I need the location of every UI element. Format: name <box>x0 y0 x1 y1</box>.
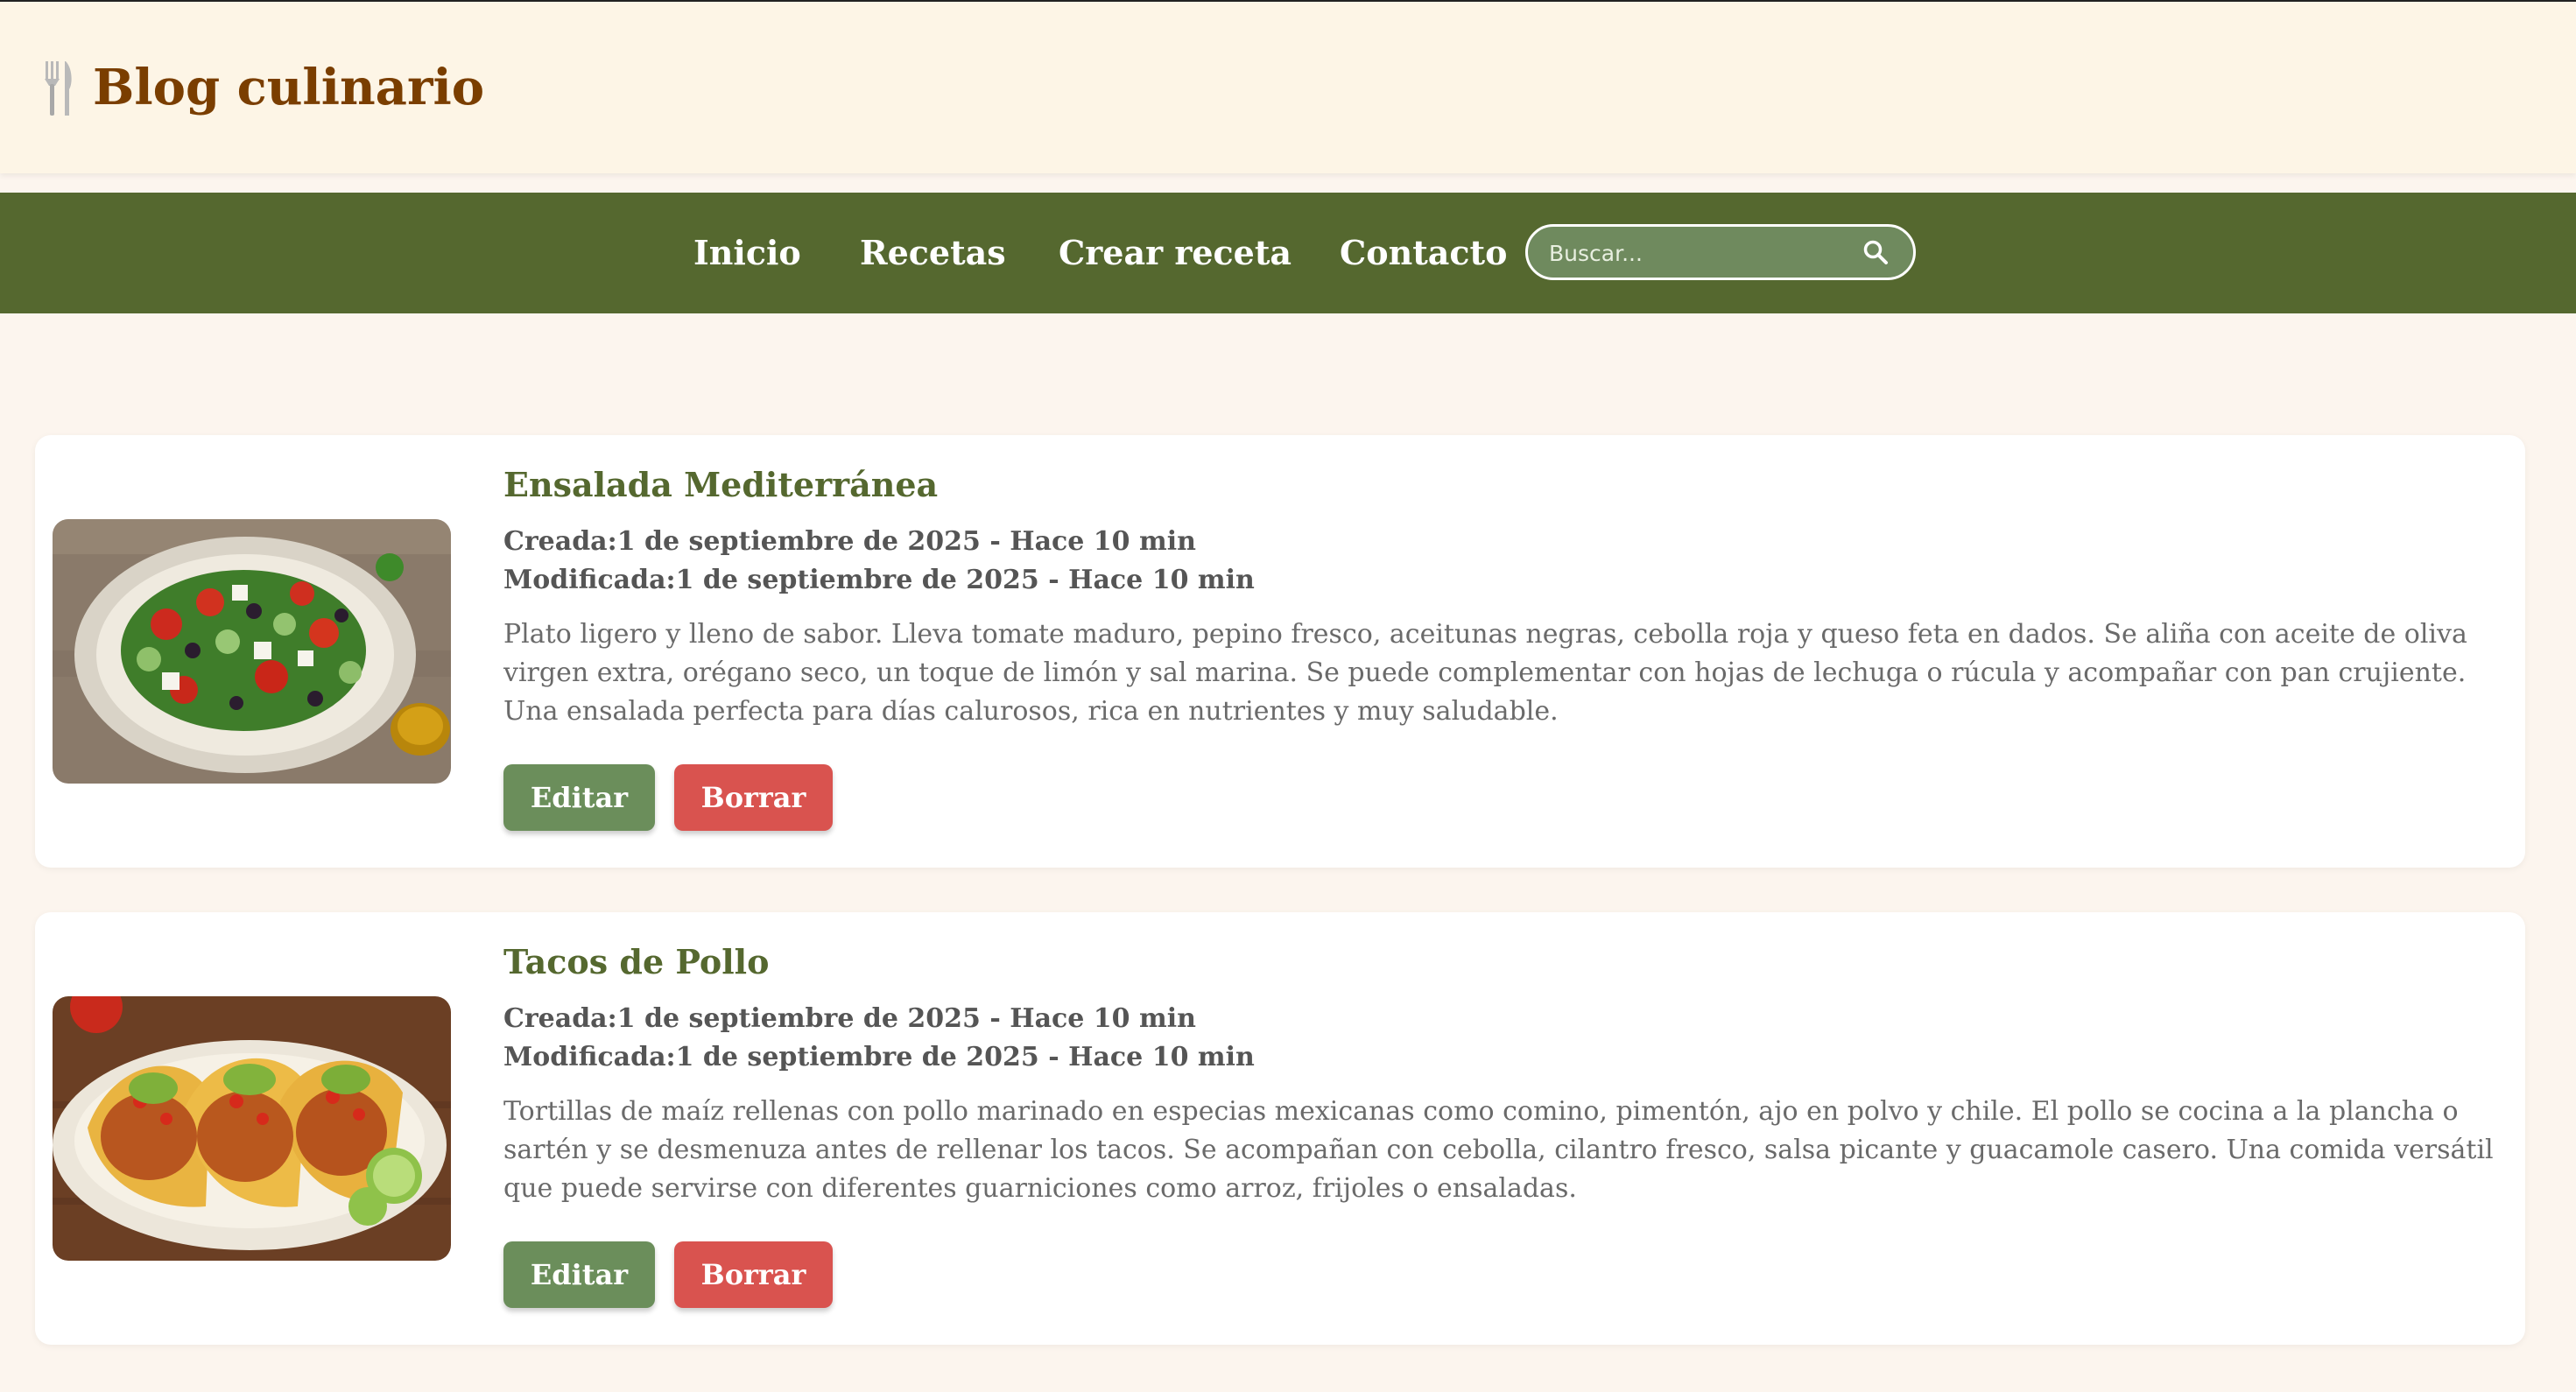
search-box <box>1525 224 1916 280</box>
recipe-modified: Modificada:1 de septiembre de 2025 - Hac… <box>503 565 1255 595</box>
nav-link-contacto[interactable]: Contacto <box>1340 193 1507 313</box>
recipe-description: Plato ligero y lleno de sabor. Lleva tom… <box>503 619 2467 727</box>
site-title[interactable]: Blog culinario <box>93 59 484 116</box>
recipe-card: Tacos de Pollo Creada:1 de septiembre de… <box>35 912 2525 1345</box>
recipe-image-ensalada <box>53 519 451 784</box>
nav-link-inicio[interactable]: Inicio <box>693 193 801 313</box>
main-nav: Inicio Recetas Crear receta Contacto <box>0 193 2576 313</box>
edit-button[interactable]: Editar <box>503 1241 655 1308</box>
recipe-card: Ensalada Mediterránea Creada:1 de septie… <box>35 435 2525 868</box>
recipe-created: Creada:1 de septiembre de 2025 - Hace 10… <box>503 526 1196 557</box>
delete-button[interactable]: Borrar <box>674 764 833 831</box>
recipe-description: Tortillas de maíz rellenas con pollo mar… <box>503 1096 2494 1204</box>
site-header: Blog culinario <box>0 2 2576 173</box>
search-icon[interactable] <box>1862 239 1889 265</box>
fork-knife-icon <box>45 61 72 116</box>
search-input[interactable] <box>1547 227 1866 279</box>
recipe-title[interactable]: Ensalada Mediterránea <box>503 465 938 504</box>
nav-link-crear-receta[interactable]: Crear receta <box>1059 193 1292 313</box>
recipe-created: Creada:1 de septiembre de 2025 - Hace 10… <box>503 1003 1196 1034</box>
recipe-title[interactable]: Tacos de Pollo <box>503 942 769 981</box>
delete-button[interactable]: Borrar <box>674 1241 833 1308</box>
recipe-modified: Modificada:1 de septiembre de 2025 - Hac… <box>503 1042 1255 1072</box>
edit-button[interactable]: Editar <box>503 764 655 831</box>
recipe-image-tacos <box>53 996 451 1261</box>
nav-link-recetas[interactable]: Recetas <box>860 193 1006 313</box>
